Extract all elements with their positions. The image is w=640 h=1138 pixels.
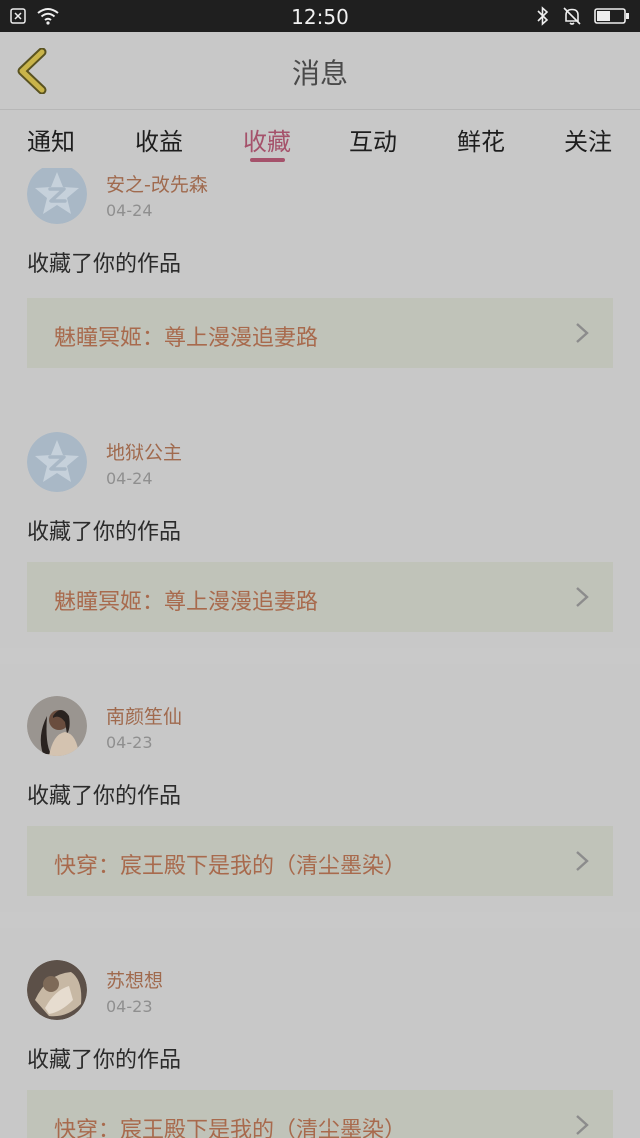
- user-photo-icon: [27, 696, 87, 756]
- timestamp: 04-24: [106, 201, 153, 220]
- avatar[interactable]: [27, 168, 87, 224]
- work-link[interactable]: 快穿：宸王殿下是我的（清尘墨染）: [27, 1090, 613, 1138]
- header: 消息: [0, 32, 640, 110]
- chevron-right-icon: [576, 851, 589, 871]
- chevron-right-icon: [576, 587, 589, 607]
- action-text: 收藏了你的作品: [27, 252, 182, 277]
- status-bar: 12:50: [0, 0, 640, 32]
- bluetooth-icon: [536, 6, 550, 30]
- user-photo-icon: [27, 960, 87, 1020]
- tab-notifications[interactable]: 通知: [6, 122, 96, 157]
- message-list: 安之-改先森 04-24 收藏了你的作品 魅瞳冥姬：尊上漫漫追妻路 地狱公主 0…: [0, 168, 640, 1138]
- timestamp: 04-23: [106, 997, 153, 1016]
- username[interactable]: 地狱公主: [106, 438, 182, 465]
- tab-favorites[interactable]: 收藏: [222, 122, 312, 157]
- action-text: 收藏了你的作品: [27, 784, 182, 809]
- username[interactable]: 安之-改先森: [106, 170, 208, 197]
- work-link[interactable]: 魅瞳冥姬：尊上漫漫追妻路: [27, 298, 613, 368]
- tab-bar: 通知 收益 收藏 互动 鲜花 关注: [0, 110, 640, 168]
- star-avatar-icon: [27, 168, 87, 224]
- chevron-right-icon: [576, 1115, 589, 1135]
- work-title: 魅瞳冥姬：尊上漫漫追妻路: [54, 590, 319, 615]
- timestamp: 04-24: [106, 469, 153, 488]
- tab-earnings[interactable]: 收益: [114, 122, 204, 157]
- battery-icon: [594, 7, 630, 29]
- work-link[interactable]: 魅瞳冥姬：尊上漫漫追妻路: [27, 562, 613, 632]
- work-title: 快穿：宸王殿下是我的（清尘墨染）: [54, 1118, 407, 1138]
- page-title: 消息: [291, 57, 348, 90]
- username[interactable]: 南颜笙仙: [106, 702, 182, 729]
- timestamp: 04-23: [106, 733, 153, 752]
- tab-follows[interactable]: 关注: [543, 122, 633, 157]
- list-item: 安之-改先森 04-24 收藏了你的作品 魅瞳冥姬：尊上漫漫追妻路: [0, 168, 640, 412]
- tab-interactions[interactable]: 互动: [328, 122, 418, 157]
- username[interactable]: 苏想想: [106, 966, 163, 993]
- chevron-right-icon: [576, 323, 589, 343]
- active-tab-indicator: [250, 158, 285, 162]
- action-text: 收藏了你的作品: [27, 1048, 182, 1073]
- work-title: 快穿：宸王殿下是我的（清尘墨染）: [54, 854, 407, 879]
- avatar[interactable]: [27, 696, 87, 756]
- tab-flowers[interactable]: 鲜花: [436, 122, 526, 157]
- avatar[interactable]: [27, 960, 87, 1020]
- list-item: 地狱公主 04-24 收藏了你的作品 魅瞳冥姬：尊上漫漫追妻路: [0, 400, 640, 648]
- action-text: 收藏了你的作品: [27, 520, 182, 545]
- avatar[interactable]: [27, 432, 87, 492]
- work-link[interactable]: 快穿：宸王殿下是我的（清尘墨染）: [27, 826, 613, 896]
- list-item: 南颜笙仙 04-23 收藏了你的作品 快穿：宸王殿下是我的（清尘墨染）: [0, 664, 640, 912]
- star-avatar-icon: [27, 432, 87, 492]
- work-title: 魅瞳冥姬：尊上漫漫追妻路: [54, 326, 319, 351]
- list-item: 苏想想 04-23 收藏了你的作品 快穿：宸王殿下是我的（清尘墨染）: [0, 928, 640, 1138]
- bell-off-icon: [562, 6, 582, 30]
